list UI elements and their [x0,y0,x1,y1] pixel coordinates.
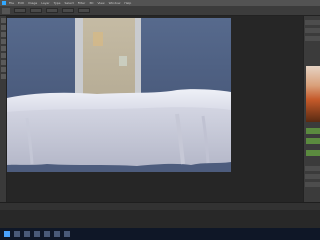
opacity-option[interactable] [46,8,58,13]
windows-taskbar [0,228,320,240]
document-workspace [7,16,303,202]
status-bar [0,202,320,210]
tools-panel [0,16,7,202]
start-icon[interactable] [4,231,10,237]
photoshop-icon[interactable] [54,231,60,237]
color-swatch-green-3[interactable] [306,150,320,156]
layer-row[interactable] [305,174,320,179]
search-icon[interactable] [14,231,20,237]
flow-option[interactable] [62,8,74,13]
panel-tab-swatches[interactable] [305,28,320,33]
painted-tablecloth [7,89,231,166]
empty-workspace-area [0,210,320,228]
zoom-tool-icon[interactable] [1,74,6,79]
eraser-tool-icon[interactable] [1,46,6,51]
tool-preset-picker[interactable] [2,8,10,14]
color-swatch-green-2[interactable] [306,138,320,144]
brush-mode-option[interactable] [30,8,42,13]
photoshop-logo-icon[interactable] [2,1,6,5]
text-tool-icon[interactable] [1,60,6,65]
move-tool-icon[interactable] [1,18,6,23]
document-canvas[interactable] [7,18,231,172]
explorer-icon[interactable] [34,231,40,237]
gradient-tool-icon[interactable] [1,53,6,58]
brush-size-option[interactable] [14,8,26,13]
marquee-tool-icon[interactable] [1,25,6,30]
lasso-tool-icon[interactable] [1,32,6,37]
layer-row[interactable] [305,166,320,171]
mail-icon[interactable] [64,231,70,237]
panel-tab-properties[interactable] [305,36,320,41]
layer-row[interactable] [305,182,320,187]
brush-tool-icon[interactable] [1,39,6,44]
options-bar [0,6,320,16]
hand-tool-icon[interactable] [1,67,6,72]
task-view-icon[interactable] [24,231,30,237]
right-panels [303,16,320,202]
smoothing-option[interactable] [78,8,90,13]
panel-tab-color[interactable] [305,20,320,25]
color-picker-field[interactable] [306,66,320,122]
color-swatch-green[interactable] [306,128,320,134]
browser-icon[interactable] [44,231,50,237]
